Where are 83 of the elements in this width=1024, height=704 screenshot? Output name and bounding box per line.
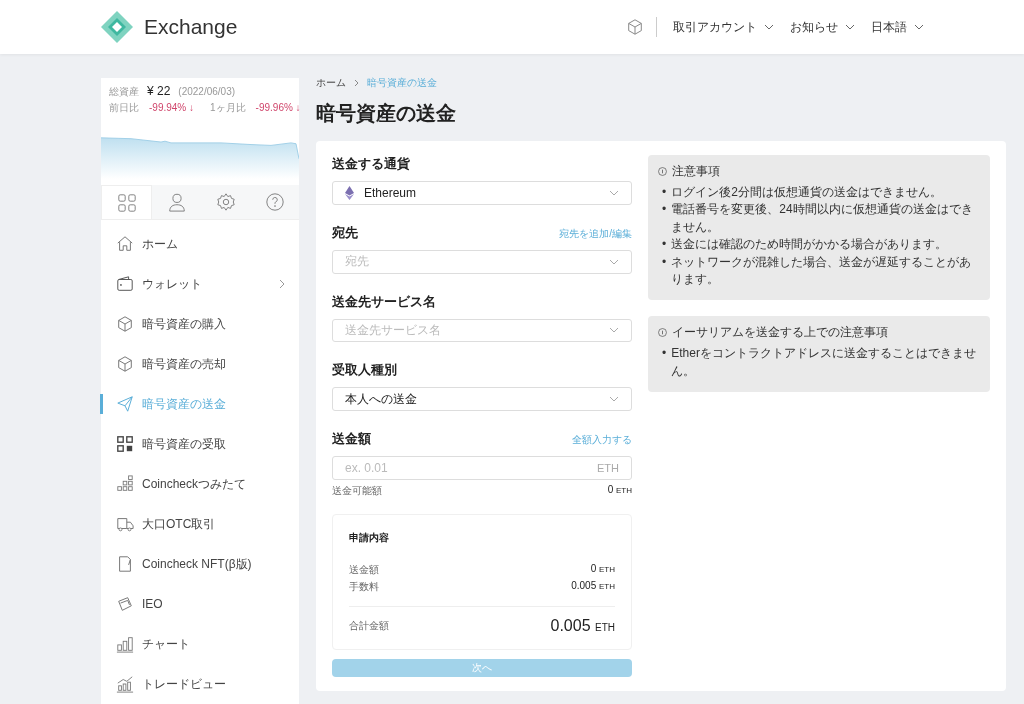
bullet-mark: • <box>662 236 667 254</box>
date-text: (2022/06/03) <box>178 86 236 97</box>
truck-icon <box>116 515 134 533</box>
total-label: 合計金額 <box>349 619 389 633</box>
chevron-down-icon <box>609 189 619 196</box>
notice-item: 送金には確認のため時間がかかる場合があります。 <box>671 236 948 254</box>
chevron-down-icon <box>609 258 619 265</box>
nav-item[interactable]: IEO <box>101 584 299 624</box>
field-label: 受取人種別 <box>332 361 397 380</box>
header-menu[interactable]: 日本語 <box>871 18 924 36</box>
breadcrumb-link[interactable]: ホーム <box>316 76 346 90</box>
sidebar-tab[interactable] <box>101 185 152 219</box>
wallet-icon <box>116 275 134 293</box>
notice-item: Etherをコントラクトアドレスに送金することはできません。 <box>671 345 977 380</box>
sidebar-tab[interactable] <box>152 185 201 219</box>
header-menu[interactable]: お知らせ <box>790 18 855 36</box>
help-icon <box>264 192 285 212</box>
logo-icon <box>100 10 134 44</box>
nav-item[interactable]: トレードビュー <box>101 664 299 704</box>
change-value: -99.94% ↓ <box>149 102 195 113</box>
summary-amount: 0.005 ETH <box>571 580 615 593</box>
select-field[interactable]: 本人への送金 <box>332 387 632 412</box>
card-icon <box>116 555 134 573</box>
bullet-mark: • <box>662 184 667 201</box>
notice-title: イーサリアムを送金する上での注意事項 <box>672 324 888 342</box>
nav-item[interactable]: 暗号資産の受取 <box>101 424 299 464</box>
home-icon <box>116 235 134 253</box>
settings-icon <box>215 192 236 212</box>
nav-item[interactable]: ホーム <box>101 224 299 264</box>
paper-plane-icon <box>116 395 134 413</box>
chevron-down-icon <box>845 24 855 30</box>
header-menu[interactable]: 取引アカウント <box>673 18 774 36</box>
change-label: 1ヶ月比 <box>210 101 246 115</box>
nav-item[interactable]: 暗号資産の購入 <box>101 304 299 344</box>
bullet-mark: • <box>662 253 667 271</box>
change-value: -99.96% ↓ <box>255 102 301 113</box>
chevron-down-icon <box>764 24 774 30</box>
box-icon <box>116 315 134 333</box>
box-icon <box>116 355 134 373</box>
summary-amount: 0 ETH <box>590 563 615 576</box>
notice-item: 電話番号を変更後、24時間以内に仮想通貨の送金はできません。 <box>671 201 974 236</box>
bullet-mark: • <box>662 345 667 363</box>
total-amount: 0.005 ETH <box>550 617 615 635</box>
bullet-mark: • <box>662 201 667 219</box>
field-label: 送金先サービス名 <box>332 292 436 311</box>
total-assets-value: ¥ 22 <box>147 84 171 98</box>
user-icon <box>166 192 187 212</box>
available-label: 送金可能額 <box>332 484 382 498</box>
chevron-down-icon <box>609 327 619 334</box>
available-amount: 0 ETH <box>607 484 632 497</box>
brand-name: Exchange <box>144 15 238 39</box>
total-assets-label: 総資産 <box>109 85 139 99</box>
summary-title: 申請内容 <box>349 531 390 545</box>
notice-item: ログイン後2分間は仮想通貨の送金はできません。 <box>671 184 942 201</box>
nav-item[interactable]: Coincheck NFT(β版) <box>101 544 299 584</box>
sidebar-tab[interactable] <box>250 185 299 219</box>
field-label: 送金する通貨 <box>332 155 410 173</box>
nav-item[interactable]: 大口OTC取引 <box>101 504 299 544</box>
change-label: 前日比 <box>109 101 139 115</box>
notice-title: 注意事項 <box>672 163 720 180</box>
select-field[interactable]: Ethereum <box>332 181 632 205</box>
nav-item[interactable]: 暗号資産の売却 <box>101 344 299 384</box>
summary-label: 送金額 <box>349 563 379 577</box>
diamond-coin-icon <box>345 185 354 200</box>
page-title: 暗号資産の送金 <box>316 101 457 126</box>
nav-item[interactable]: ウォレット <box>101 264 299 304</box>
chevron-down-icon <box>914 24 924 30</box>
cube-icon[interactable] <box>626 18 644 36</box>
notice-item: ネットワークが混雑した場合、送金が遅延することがあります。 <box>671 253 973 288</box>
nav-item[interactable]: チャート <box>101 624 299 664</box>
chart-trend-icon <box>116 675 134 693</box>
blocks-icon <box>116 475 134 493</box>
qr-code-icon <box>116 435 134 453</box>
field-label: 送金額 <box>332 430 371 449</box>
nav-item[interactable]: Coincheckつみたて <box>101 464 299 504</box>
chevron-down-icon <box>609 396 619 403</box>
summary-label: 手数料 <box>349 580 379 594</box>
info-icon <box>658 328 667 338</box>
info-icon <box>658 167 667 176</box>
grid-icon <box>116 192 137 213</box>
bar-chart-icon <box>116 635 134 653</box>
chevron-right-icon <box>354 79 359 87</box>
field-label: 宛先 <box>332 223 358 242</box>
